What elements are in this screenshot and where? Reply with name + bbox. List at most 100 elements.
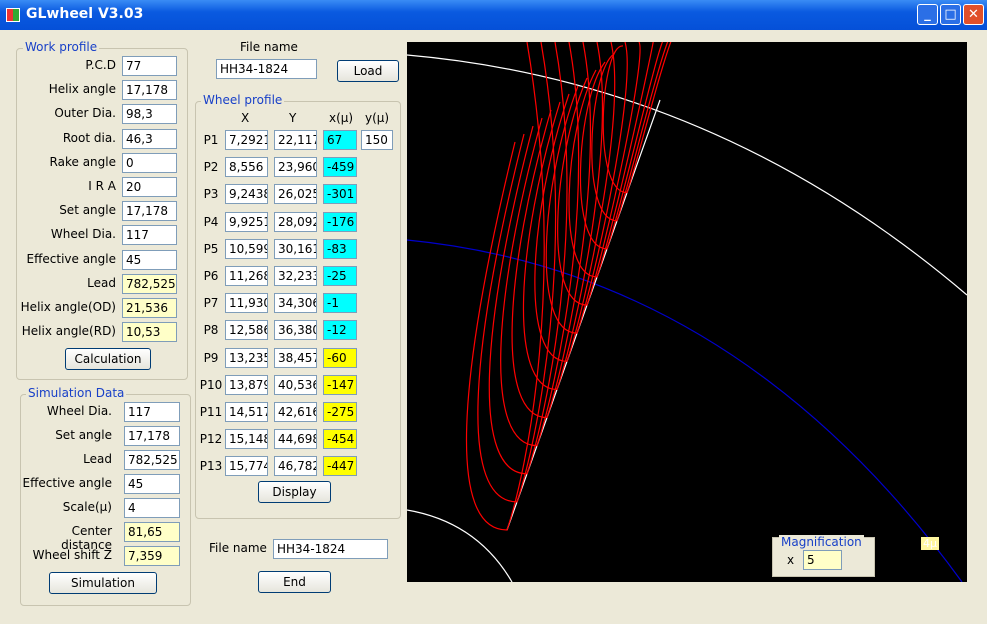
point-x-mu-value: -1 bbox=[323, 293, 357, 314]
field-input[interactable]: 98,3 bbox=[122, 104, 177, 125]
profile-curve bbox=[591, 25, 682, 222]
point-x-input[interactable]: 10,5998 bbox=[225, 238, 268, 259]
field-label: Helix angle(RD) bbox=[21, 324, 116, 339]
point-label: P6 bbox=[203, 269, 219, 283]
simulation-title: Simulation Data bbox=[26, 386, 127, 400]
point-x-mu-value: -275 bbox=[323, 402, 357, 422]
minimize-button[interactable]: _ bbox=[917, 4, 938, 25]
sim-field-label: Lead bbox=[83, 452, 112, 466]
point-y-input[interactable]: 38,4577 bbox=[274, 347, 317, 368]
point-x-mu-value: -12 bbox=[323, 320, 357, 341]
close-button[interactable]: ✕ bbox=[963, 4, 984, 25]
point-x-mu-value: -176 bbox=[323, 211, 357, 232]
point-y-input[interactable]: 28,0928 bbox=[274, 211, 317, 232]
wheel-outer-arc bbox=[406, 54, 968, 296]
point-x-input[interactable]: 13,2358 bbox=[225, 347, 268, 368]
field-input[interactable]: 77 bbox=[122, 56, 177, 76]
end-button[interactable]: End bbox=[258, 571, 331, 593]
field-label: Rake angle bbox=[49, 154, 116, 169]
field-label: Effective angle bbox=[26, 251, 116, 266]
point-x-input[interactable]: 15,1489 bbox=[225, 429, 268, 450]
point-y-input[interactable]: 44,6986 bbox=[274, 429, 317, 450]
point-y-input[interactable]: 42,6165 bbox=[274, 402, 317, 422]
field-label: Helix angle bbox=[48, 82, 116, 97]
point-x-input[interactable]: 11,2682 bbox=[225, 266, 268, 286]
point-label: P5 bbox=[203, 241, 219, 256]
point-x-input[interactable]: 11,9303 bbox=[225, 293, 268, 314]
magnification-input[interactable]: 5 bbox=[803, 550, 842, 570]
scale-label: 4μ bbox=[921, 537, 939, 550]
field-label: Helix angle(OD) bbox=[20, 300, 116, 314]
point-x-input[interactable]: 13,8794 bbox=[225, 374, 268, 395]
sim-field-input[interactable]: 45 bbox=[124, 474, 180, 494]
point-x-mu-value: -25 bbox=[323, 266, 357, 286]
file-name-input-top[interactable]: HH34-1824 bbox=[216, 59, 317, 79]
point-y-input[interactable]: 34,306 bbox=[274, 293, 317, 314]
point-y-input[interactable]: 32,233 bbox=[274, 266, 317, 286]
field-input[interactable]: 17,178 bbox=[122, 201, 177, 222]
file-name-label-top: File name bbox=[240, 40, 298, 54]
sim-field-label: Wheel shift Z bbox=[32, 548, 112, 562]
sim-field-input[interactable]: 4 bbox=[124, 498, 180, 518]
simulation-button[interactable]: Simulation bbox=[49, 572, 157, 594]
title-bar: GLwheel V3.03 _ □ ✕ bbox=[0, 0, 987, 30]
sim-field-label: Scale(μ) bbox=[62, 500, 112, 514]
display-button[interactable]: Display bbox=[258, 481, 331, 503]
point-label: P7 bbox=[203, 296, 219, 311]
point-label: P8 bbox=[203, 323, 219, 338]
point-x-input[interactable]: 14,5177 bbox=[225, 402, 268, 422]
sim-field-input[interactable]: 17,178 bbox=[124, 426, 180, 446]
field-input[interactable]: 0 bbox=[122, 152, 177, 173]
header-x-mu: x(μ) bbox=[329, 111, 354, 125]
sim-field-label: Set angle bbox=[55, 428, 112, 442]
sim-field-label: Wheel Dia. bbox=[46, 404, 112, 418]
sim-field-input[interactable]: 7,359 bbox=[124, 546, 180, 566]
sim-field-input[interactable]: 782,525 bbox=[124, 450, 180, 470]
point-y-input[interactable]: 36,3809 bbox=[274, 320, 317, 341]
point-y-input[interactable]: 46,7823 bbox=[274, 456, 317, 477]
field-input[interactable]: 20 bbox=[122, 177, 177, 197]
point-x-mu-value: 67 bbox=[323, 130, 357, 150]
field-input[interactable]: 45 bbox=[122, 249, 177, 270]
simulation-canvas: Magnification x 5 4μ bbox=[406, 13, 968, 583]
point-y-input[interactable]: 23,9607 bbox=[274, 157, 317, 178]
sim-field-input[interactable]: 117 bbox=[124, 402, 180, 422]
point-x-input[interactable]: 9,9251 bbox=[225, 211, 268, 232]
file-name-input-bottom[interactable]: HH34-1824 bbox=[273, 539, 388, 559]
field-input[interactable]: 21,536 bbox=[122, 298, 177, 318]
point-x-mu-value: -454 bbox=[323, 429, 357, 450]
field-input[interactable]: 17,178 bbox=[122, 80, 177, 101]
point-label: P4 bbox=[203, 214, 219, 229]
field-input[interactable]: 46,3 bbox=[122, 128, 177, 149]
calculation-button[interactable]: Calculation bbox=[65, 348, 151, 370]
header-y-mu: y(μ) bbox=[365, 111, 390, 125]
field-input[interactable]: 782,525 bbox=[122, 273, 177, 294]
sim-field-input[interactable]: 81,65 bbox=[124, 522, 180, 542]
point-label: P1 bbox=[203, 133, 219, 147]
work-profile-title: Work profile bbox=[23, 40, 100, 54]
y-mu-input-p1[interactable]: 150 bbox=[361, 130, 393, 150]
load-button[interactable]: Load bbox=[337, 60, 399, 82]
point-label: P3 bbox=[203, 187, 219, 202]
point-y-input[interactable]: 26,0257 bbox=[274, 184, 317, 205]
field-label: Wheel Dia. bbox=[50, 227, 116, 242]
point-y-input[interactable]: 30,1619 bbox=[274, 238, 317, 259]
point-x-mu-value: -60 bbox=[323, 347, 357, 368]
point-y-input[interactable]: 40,5362 bbox=[274, 374, 317, 395]
simulation-plot bbox=[406, 13, 968, 583]
wheel-profile-title: Wheel profile bbox=[201, 93, 285, 107]
field-input[interactable]: 10,53 bbox=[122, 322, 177, 343]
point-x-input[interactable]: 8,556 bbox=[225, 157, 268, 178]
profile-curve bbox=[568, 40, 654, 278]
point-x-input[interactable]: 7,29217 bbox=[225, 130, 268, 150]
point-x-mu-value: -459 bbox=[323, 157, 357, 178]
point-x-input[interactable]: 9,2438 bbox=[225, 184, 268, 205]
point-x-input[interactable]: 12,5867 bbox=[225, 320, 268, 341]
point-x-mu-value: -83 bbox=[323, 238, 357, 259]
point-y-input[interactable]: 22,1178 bbox=[274, 130, 317, 150]
point-x-input[interactable]: 15,7748 bbox=[225, 456, 268, 477]
field-input[interactable]: 117 bbox=[122, 225, 177, 246]
maximize-button[interactable]: □ bbox=[940, 4, 961, 25]
wheel-inner-arc bbox=[406, 509, 513, 583]
window-title: GLwheel V3.03 bbox=[26, 6, 144, 22]
